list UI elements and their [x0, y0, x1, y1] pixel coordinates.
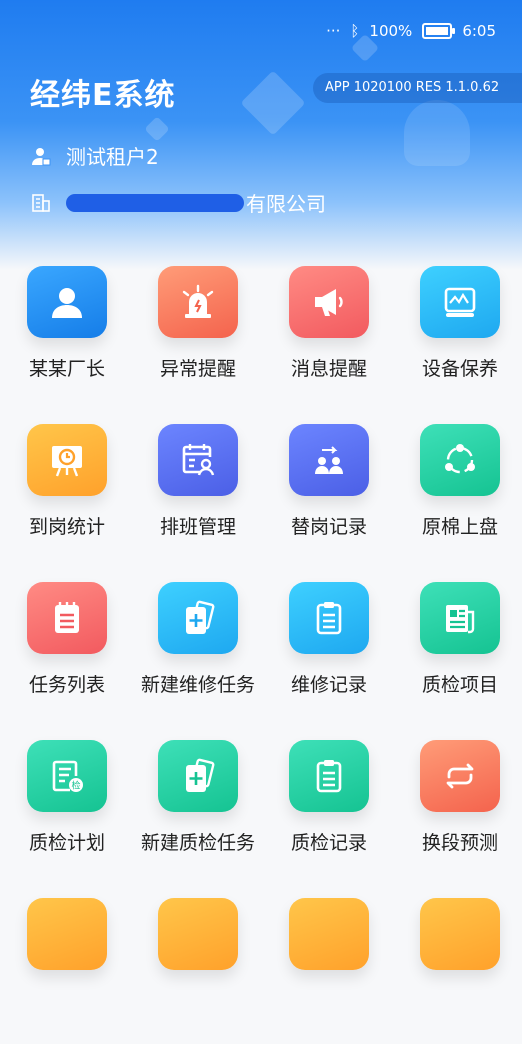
menu-item-factory-director[interactable]: 某某厂长 [0, 262, 130, 412]
menu-item-segment-change-forecast[interactable]: 换段预测 [393, 736, 522, 886]
alarm-light-icon [158, 266, 238, 338]
menu-item-label: 排班管理 [159, 516, 236, 538]
tenant-name: 测试租户2 [66, 145, 159, 169]
menu-item-partial[interactable] [262, 894, 392, 1044]
menu-item-label: 质检记录 [290, 832, 367, 854]
swap-people-icon [289, 424, 369, 496]
menu-item-equipment-maintenance[interactable]: 设备保养 [393, 262, 522, 412]
schedule-person-icon [158, 424, 238, 496]
decor-cube [240, 70, 306, 136]
menu-item-repair-record[interactable]: 维修记录 [262, 578, 392, 728]
menu-item-label: 新建维修任务 [140, 674, 255, 696]
header-banner: ··· ᛒ 100% 6:05 经纬E系统 APP 1020100 RES 1.… [0, 0, 522, 270]
menu-item-label: 替岗记录 [290, 516, 367, 538]
menu-item-inspection-record[interactable]: 质检记录 [262, 736, 392, 886]
menu-item-partial[interactable] [131, 894, 261, 1044]
version-badge: APP 1020100 RES 1.1.0.62 [313, 73, 522, 103]
menu-item-substitute-record[interactable]: 替岗记录 [262, 420, 392, 570]
menu-item-label: 换段预测 [421, 832, 498, 854]
menu-item-partial[interactable] [0, 894, 130, 1044]
menu-item-partial[interactable] [393, 894, 522, 1044]
newspaper-icon [420, 582, 500, 654]
menu-item-inspection-items[interactable]: 质检项目 [393, 578, 522, 728]
company-name: 有限公司 [246, 192, 326, 216]
clipboard-list-icon [27, 582, 107, 654]
menu-item-raw-cotton-loading[interactable]: 原棉上盘 [393, 420, 522, 570]
menu-item-label: 新建质检任务 [140, 832, 255, 854]
inspection-plan-icon: 检 [27, 740, 107, 812]
partial-tile-icon [27, 898, 107, 970]
cycle-nodes-icon [420, 424, 500, 496]
building-icon [30, 192, 52, 214]
menu-item-task-list[interactable]: 任务列表 [0, 578, 130, 728]
status-dots: ··· [326, 22, 341, 40]
monitor-device-icon [420, 266, 500, 338]
person-icon [27, 266, 107, 338]
menu-item-new-inspection-task[interactable]: 新建质检任务 [131, 736, 261, 886]
menu-item-label: 维修记录 [290, 674, 367, 696]
decor-cube [144, 116, 170, 142]
menu-item-shift-management[interactable]: 排班管理 [131, 420, 261, 570]
menu-item-label: 质检项目 [421, 674, 498, 696]
partial-tile-icon [158, 898, 238, 970]
svg-text:检: 检 [71, 780, 80, 792]
menu-item-label: 到岗统计 [28, 516, 105, 538]
clipboard-record-icon [289, 582, 369, 654]
new-card-plus-icon [158, 740, 238, 812]
menu-item-exception-alert[interactable]: 异常提醒 [131, 262, 261, 412]
menu-item-new-repair-task[interactable]: 新建维修任务 [131, 578, 261, 728]
menu-item-label: 任务列表 [28, 674, 105, 696]
menu-item-inspection-plan[interactable]: 检 质检计划 [0, 736, 130, 886]
company-row[interactable]: 有限公司 [30, 188, 326, 217]
menu-item-label: 设备保养 [421, 358, 498, 380]
menu-item-label: 消息提醒 [290, 358, 367, 380]
menu-item-label: 质检计划 [28, 832, 105, 854]
new-card-plus-icon [158, 582, 238, 654]
bluetooth-icon: ᛒ [350, 22, 360, 40]
status-bar: ··· ᛒ 100% 6:05 [326, 22, 496, 40]
battery-percent: 100% [369, 22, 413, 40]
menu-item-label: 异常提醒 [159, 358, 236, 380]
user-icon [30, 145, 52, 167]
app-title: 经纬E系统 [30, 78, 176, 113]
menu-item-message-alert[interactable]: 消息提醒 [262, 262, 392, 412]
partial-tile-icon [289, 898, 369, 970]
clock: 6:05 [462, 22, 496, 40]
decor-bell [404, 100, 470, 166]
clipboard-record-icon [289, 740, 369, 812]
tenant-row[interactable]: 测试租户2 [30, 141, 159, 170]
menu-item-label: 原棉上盘 [421, 516, 498, 538]
redacted-company-name [66, 193, 244, 212]
menu-item-attendance-stats[interactable]: 到岗统计 [0, 420, 130, 570]
menu-item-label: 某某厂长 [28, 358, 105, 380]
partial-tile-icon [420, 898, 500, 970]
battery-icon [422, 23, 456, 39]
swap-arrows-icon [420, 740, 500, 812]
presentation-clock-icon [27, 424, 107, 496]
megaphone-icon [289, 266, 369, 338]
